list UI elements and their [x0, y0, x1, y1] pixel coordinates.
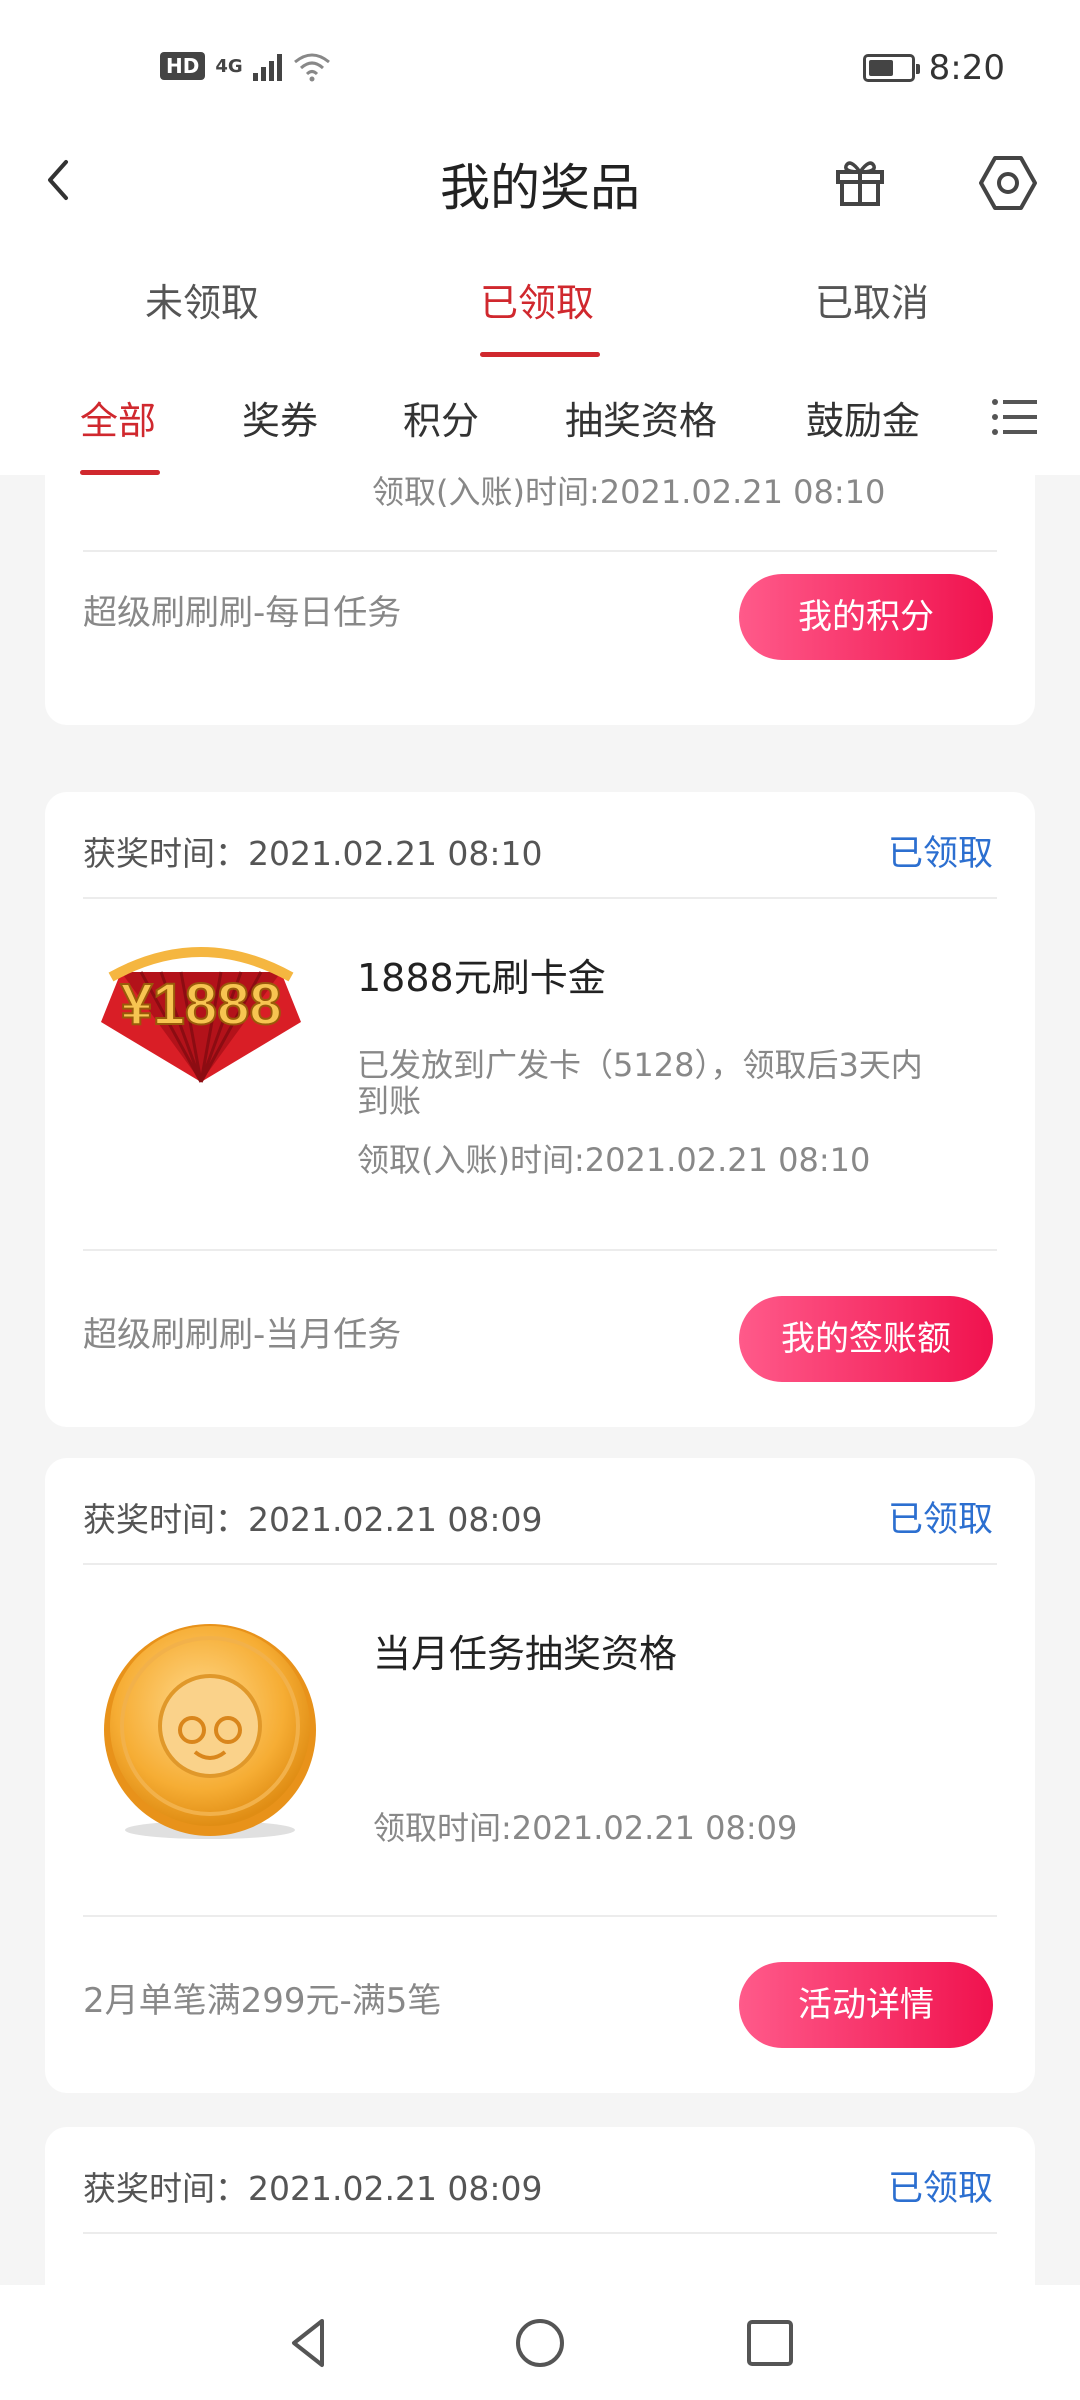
activity-details-button[interactable]: 活动详情 — [739, 1962, 993, 2048]
prize-card: 领取(入账)时间:2021.02.21 08:10 超级刷刷刷-每日任务 我的积… — [45, 475, 1035, 725]
claim-time: 领取(入账)时间:2021.02.21 08:10 — [372, 475, 886, 511]
prize-source: 超级刷刷刷-每日任务 — [83, 593, 402, 633]
my-spending-button[interactable]: 我的签账额 — [739, 1296, 993, 1382]
tab-cancelled[interactable]: 已取消 — [815, 272, 929, 327]
signal-icon — [252, 51, 282, 81]
status-indicators: HD 4G — [160, 50, 332, 82]
my-points-button[interactable]: 我的积分 — [739, 574, 993, 660]
prize-list: 领取(入账)时间:2021.02.21 08:10 超级刷刷刷-每日任务 我的积… — [0, 475, 1080, 2285]
system-nav-bar — [0, 2285, 1080, 2400]
claim-time: 领取(入账)时间:2021.02.21 08:10 — [357, 1141, 871, 1179]
category-tabs: 全部 奖券 积分 抽奖资格 鼓励金 — [0, 360, 1080, 475]
prize-description-line2: 到账 — [357, 1082, 422, 1120]
prize-card: 获奖时间：2021.02.21 08:09 已领取 — [45, 2127, 1035, 2285]
clock: 8:20 — [928, 48, 1005, 88]
app-header: 我的奖品 — [0, 120, 1080, 240]
prize-card: 获奖时间：2021.02.21 08:09 已领取 当月任务抽奖资格 领取时间:… — [45, 1458, 1035, 2093]
category-incentive[interactable]: 鼓励金 — [806, 390, 920, 445]
cash-1888-image: ¥1888 — [101, 947, 301, 1083]
status-label: 已领取 — [887, 1500, 993, 1540]
prize-description-line1: 已发放到广发卡（5128），领取后3天内 — [357, 1046, 923, 1084]
status-label: 已领取 — [887, 2169, 993, 2209]
prize-source: 2月单笔满299元-满5笔 — [83, 1981, 442, 2021]
hexagon-settings-icon[interactable] — [975, 150, 1041, 216]
status-tabs: 未领取 已领取 已取消 — [0, 240, 1080, 360]
category-all[interactable]: 全部 — [80, 390, 156, 445]
status-bar: HD 4G 8:20 — [0, 0, 1080, 120]
prize-name: 当月任务抽奖资格 — [373, 1632, 678, 1676]
nav-recent-apps-icon[interactable] — [740, 2313, 800, 2373]
prize-card: 获奖时间：2021.02.21 08:10 已领取 ¥1888 1888元刷卡金… — [45, 792, 1035, 1427]
wifi-icon — [293, 53, 330, 82]
card-divider — [83, 1915, 997, 1917]
tab-unclaimed[interactable]: 未领取 — [145, 272, 259, 327]
card-divider — [83, 1563, 997, 1565]
status-label: 已领取 — [887, 834, 993, 874]
category-coupons[interactable]: 奖券 — [242, 390, 318, 445]
battery-icon — [862, 54, 920, 82]
cash-amount-text: ¥1888 — [120, 972, 281, 1037]
tab-active-indicator — [480, 352, 600, 357]
nav-back-icon[interactable] — [280, 2313, 340, 2373]
claim-time: 领取时间:2021.02.21 08:09 — [373, 1809, 798, 1847]
status-right: 8:20 — [862, 48, 1005, 88]
gold-coin-image — [104, 1624, 316, 1839]
won-time: 获奖时间：2021.02.21 08:09 — [83, 2169, 543, 2208]
tab-claimed[interactable]: 已领取 — [480, 272, 594, 327]
card-divider — [83, 1249, 997, 1251]
prize-name: 1888元刷卡金 — [357, 956, 606, 1000]
category-draw-eligibility[interactable]: 抽奖资格 — [565, 390, 717, 445]
list-menu-icon[interactable] — [990, 392, 1040, 442]
page-title: 我的奖品 — [440, 159, 640, 217]
prize-source: 超级刷刷刷-当月任务 — [83, 1315, 402, 1355]
hd-badge: HD — [160, 52, 206, 80]
won-time: 获奖时间：2021.02.21 08:10 — [83, 834, 543, 873]
card-divider — [83, 550, 997, 552]
card-divider — [83, 897, 997, 899]
nav-home-icon[interactable] — [510, 2313, 570, 2373]
won-time: 获奖时间：2021.02.21 08:09 — [83, 1500, 543, 1539]
card-divider — [83, 2232, 997, 2234]
category-points[interactable]: 积分 — [403, 390, 479, 445]
network-label: 4G — [215, 55, 243, 77]
gift-icon[interactable] — [830, 150, 890, 210]
